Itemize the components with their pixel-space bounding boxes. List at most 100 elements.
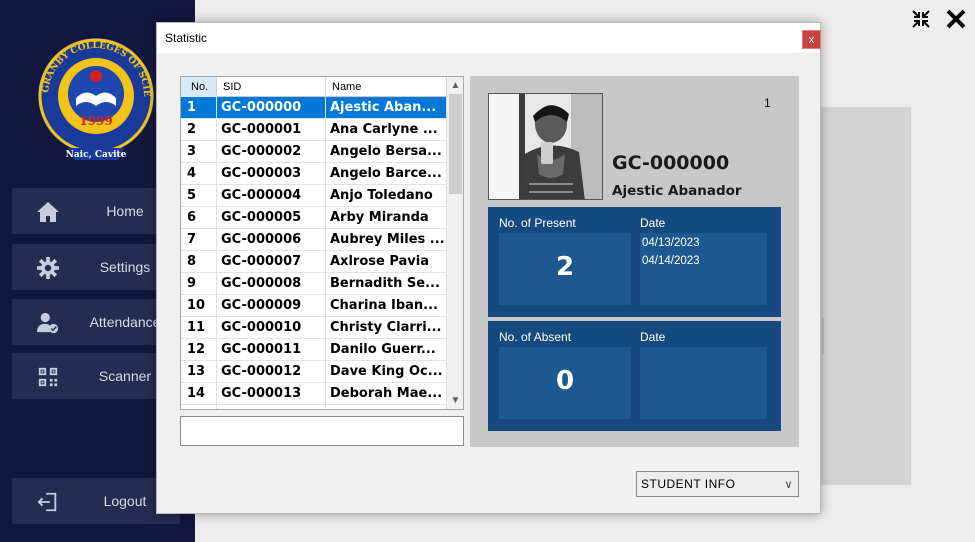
cell-sid: GC-000000	[217, 97, 326, 119]
cell-no: 8	[181, 251, 217, 273]
view-select-value: STUDENT INFO	[641, 477, 736, 491]
table-row[interactable]: 5 GC-000004 Anjo Toledano	[181, 185, 447, 207]
cell-no: 2	[181, 119, 217, 141]
student-detail-panel: 1 GC-000000 Ajestic Abanador No. of Pres…	[470, 76, 799, 447]
scroll-up-icon[interactable]: ▲	[447, 77, 463, 94]
cell-no: 13	[181, 361, 217, 383]
scroll-down-icon[interactable]: ▼	[447, 392, 463, 409]
column-header-name[interactable]: Name	[326, 77, 447, 97]
cell-sid: GC-000010	[217, 317, 326, 339]
user-check-icon	[37, 312, 59, 334]
present-dates-list[interactable]: 04/13/2023 04/14/2023	[640, 233, 767, 305]
cell-name: Axlrose Pavia	[326, 251, 447, 273]
statistic-dialog: Statistic x No. SID Name 1 GC-000000 Ajest…	[156, 22, 821, 514]
cell-name: Angelo Bersa...	[326, 141, 447, 163]
table-row[interactable]: 7 GC-000006 Aubrey Miles ...	[181, 229, 447, 251]
table-row[interactable]: 1 GC-000000 Ajestic Aban...	[181, 97, 447, 119]
table-row[interactable]: 11 GC-000010 Christy Clarri...	[181, 317, 447, 339]
table-row[interactable]: 6 GC-000005 Arby Miranda	[181, 207, 447, 229]
cell-no: 15	[181, 405, 217, 409]
home-icon	[37, 202, 59, 222]
cell-name: Danilo Guerr...	[326, 339, 447, 361]
table-row[interactable]: 4 GC-000003 Angelo Barce...	[181, 163, 447, 185]
close-button[interactable]: x	[802, 30, 821, 49]
cell-name: Angelo Barce...	[326, 163, 447, 185]
present-label: No. of Present	[499, 216, 576, 230]
table-row[interactable]: 13 GC-000012 Dave King Oc...	[181, 361, 447, 383]
cell-sid: GC-000006	[217, 229, 326, 251]
nav-scanner[interactable]: Scanner	[12, 353, 180, 399]
cell-sid: GC-000001	[217, 119, 326, 141]
present-date: 04/13/2023	[642, 237, 700, 249]
nav-settings[interactable]: Settings	[12, 244, 180, 290]
table-row[interactable]: 3 GC-000002 Angelo Bersa...	[181, 141, 447, 163]
cell-name: Charina Iban...	[326, 295, 447, 317]
cell-sid: GC-000011	[217, 339, 326, 361]
cell-sid: GC-000005	[217, 207, 326, 229]
absent-date-label: Date	[640, 330, 666, 344]
chevron-down-icon: ∨	[784, 479, 793, 491]
cell-no: 9	[181, 273, 217, 295]
cell-name: Arby Miranda	[326, 207, 447, 229]
grid-scrollbar[interactable]: ▲ ▼	[447, 77, 463, 409]
cell-no: 10	[181, 295, 217, 317]
qr-code-icon	[38, 367, 58, 387]
absent-box: No. of Absent Date 0	[488, 321, 781, 431]
cell-sid: GC-000007	[217, 251, 326, 273]
dialog-title: Statistic	[165, 31, 208, 45]
cell-name	[326, 405, 447, 409]
cell-sid: GC-000009	[217, 295, 326, 317]
column-header-no[interactable]: No.	[181, 77, 217, 97]
nav-logout[interactable]: Logout	[12, 478, 180, 524]
search-input[interactable]	[180, 416, 464, 446]
cell-no: 14	[181, 383, 217, 405]
school-logo-text: GRANBY COLLEGES OF SCIENCE AND TECHNOLOG…	[34, 36, 151, 160]
table-row[interactable]: 2 GC-000001 Ana Carlyne ...	[181, 119, 447, 141]
column-header-sid[interactable]: SID	[217, 77, 326, 97]
cell-sid: GC-000012	[217, 361, 326, 383]
cell-name: Dave King Oc...	[326, 361, 447, 383]
student-sid: GC-000000	[612, 152, 730, 174]
present-date: 04/14/2023	[642, 255, 700, 267]
absent-count: 0	[555, 366, 575, 396]
cell-name: Christy Clarri...	[326, 317, 447, 339]
scroll-thumb[interactable]	[449, 94, 462, 194]
cell-no: 1	[181, 97, 217, 119]
present-count-area: 2	[499, 233, 631, 305]
absent-label: No. of Absent	[499, 330, 572, 344]
table-row[interactable]: 9 GC-000008 Bernadith Se...	[181, 273, 447, 295]
absent-dates-list[interactable]	[640, 347, 767, 419]
grid-header: No. SID Name	[181, 77, 447, 97]
table-row[interactable]: 12 GC-000011 Danilo Guerr...	[181, 339, 447, 361]
student-grid[interactable]: No. SID Name 1 GC-000000 Ajestic Aban... 2 G…	[180, 76, 464, 410]
cell-name: Bernadith Se...	[326, 273, 447, 295]
student-photo	[488, 93, 603, 200]
minimize-icon[interactable]	[910, 8, 932, 30]
table-row[interactable]: 14 GC-000013 Deborah Mae...	[181, 383, 447, 405]
cell-no: 6	[181, 207, 217, 229]
cell-name: Ajestic Aban...	[326, 97, 447, 119]
nav-attendance[interactable]: Attendance	[12, 299, 180, 345]
absent-count-area: 0	[499, 347, 631, 419]
cell-no: 5	[181, 185, 217, 207]
logo-location: Naic, Cavite	[66, 150, 127, 160]
cell-sid: GC-000002	[217, 141, 326, 163]
svg-text:GRANBY COLLEGES OF SCIENCE AND: GRANBY COLLEGES OF SCIENCE AND TECHNOLOG…	[34, 36, 151, 97]
table-row[interactable]: 8 GC-000007 Axlrose Pavia	[181, 251, 447, 273]
present-date-label: Date	[640, 216, 666, 230]
cell-sid: GC-000004	[217, 185, 326, 207]
cell-name: Anjo Toledano	[326, 185, 447, 207]
cell-no: 7	[181, 229, 217, 251]
cell-name: Aubrey Miles ...	[326, 229, 447, 251]
record-number: 1	[764, 96, 771, 110]
logo-ring-text: GRANBY COLLEGES OF SCIENCE AND TECHNOLOG…	[34, 36, 151, 97]
cell-no: 4	[181, 163, 217, 185]
cell-no: 11	[181, 317, 217, 339]
cell-sid: GC-000008	[217, 273, 326, 295]
table-row[interactable]: 15GC-000014	[181, 405, 447, 409]
view-select[interactable]: STUDENT INFO ∨	[636, 471, 799, 497]
app-close-icon[interactable]	[945, 8, 967, 30]
cell-no: 12	[181, 339, 217, 361]
nav-home[interactable]: Home	[12, 188, 180, 234]
table-row[interactable]: 10 GC-000009 Charina Iban...	[181, 295, 447, 317]
